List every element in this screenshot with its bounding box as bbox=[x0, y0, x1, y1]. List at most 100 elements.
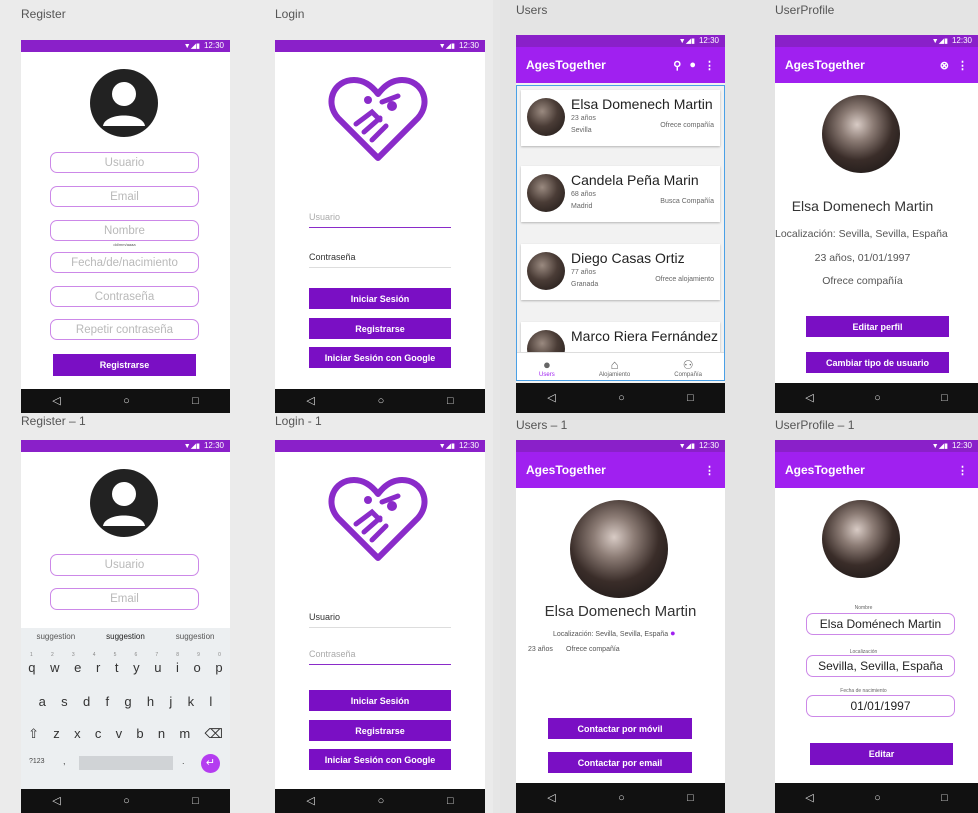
search-icon[interactable]: ⚲ bbox=[673, 59, 681, 72]
password-input[interactable]: Contraseña bbox=[309, 649, 451, 665]
comma-key[interactable]: , bbox=[63, 756, 66, 766]
key[interactable]: l bbox=[209, 694, 212, 709]
key[interactable]: k bbox=[188, 694, 195, 709]
email-field[interactable]: Email bbox=[50, 588, 199, 610]
home-icon[interactable]: ○ bbox=[123, 395, 130, 407]
back-icon[interactable]: ◁ bbox=[306, 395, 314, 407]
key[interactable]: s bbox=[61, 694, 68, 709]
back-icon[interactable]: ◁ bbox=[52, 395, 60, 407]
email-field[interactable]: Email bbox=[50, 186, 199, 207]
recents-icon[interactable]: □ bbox=[447, 795, 454, 807]
register-button[interactable]: Registrarse bbox=[309, 720, 451, 741]
recents-icon[interactable]: □ bbox=[941, 792, 948, 804]
avatar-placeholder-icon[interactable] bbox=[89, 68, 159, 138]
recents-icon[interactable]: □ bbox=[687, 792, 694, 804]
key[interactable]: i bbox=[176, 660, 179, 675]
home-icon[interactable]: ○ bbox=[378, 795, 385, 807]
nav-users[interactable]: ● Users bbox=[539, 357, 555, 378]
key[interactable]: y bbox=[133, 660, 140, 675]
key[interactable]: u bbox=[154, 660, 161, 675]
location-pin-icon[interactable]: ● bbox=[670, 628, 675, 638]
more-vert-icon[interactable]: ⋮ bbox=[957, 59, 968, 72]
key[interactable]: p bbox=[215, 660, 222, 675]
home-icon[interactable]: ○ bbox=[123, 795, 130, 807]
recents-icon[interactable]: □ bbox=[687, 392, 694, 404]
recents-icon[interactable]: □ bbox=[192, 795, 199, 807]
password-input[interactable]: Contraseña bbox=[309, 252, 451, 268]
nav-housing[interactable]: ⌂ Alojamiento bbox=[599, 357, 630, 378]
period-key[interactable]: . bbox=[182, 756, 185, 766]
name-field[interactable]: Elsa Doménech Martin bbox=[806, 613, 955, 635]
username-field[interactable]: Usuario bbox=[50, 554, 199, 576]
username-input[interactable]: Usuario bbox=[309, 212, 451, 228]
key[interactable]: c bbox=[95, 726, 102, 742]
home-icon[interactable]: ○ bbox=[618, 392, 625, 404]
key[interactable]: m bbox=[179, 726, 190, 742]
recents-icon[interactable]: □ bbox=[447, 395, 454, 407]
key[interactable]: r bbox=[96, 660, 100, 675]
back-icon[interactable]: ◁ bbox=[805, 392, 813, 404]
birthdate-field[interactable]: 01/01/1997 bbox=[806, 695, 955, 717]
contact-phone-button[interactable]: Contactar por móvil bbox=[548, 718, 692, 739]
recents-icon[interactable]: □ bbox=[941, 392, 948, 404]
key[interactable]: w bbox=[50, 660, 59, 675]
list-item[interactable]: Elsa Domenech Martin 23 años Sevilla Ofr… bbox=[521, 90, 720, 146]
more-vert-icon[interactable]: ⋮ bbox=[704, 59, 715, 72]
list-item[interactable]: Diego Casas Ortiz 77 años Granada Ofrece… bbox=[521, 244, 720, 300]
key[interactable]: t bbox=[115, 660, 119, 675]
person-icon[interactable]: ● bbox=[689, 59, 696, 71]
recents-icon[interactable]: □ bbox=[192, 395, 199, 407]
key[interactable]: n bbox=[158, 726, 165, 742]
symbols-key[interactable]: ?123 bbox=[29, 758, 45, 765]
spacebar[interactable] bbox=[79, 756, 173, 770]
username-input[interactable]: Usuario bbox=[309, 612, 451, 628]
key[interactable]: f bbox=[105, 694, 109, 709]
username-field[interactable]: Usuario bbox=[50, 152, 199, 173]
backspace-icon[interactable]: ⌫ bbox=[204, 726, 222, 742]
nav-company[interactable]: ⚇ Compañía bbox=[674, 358, 702, 378]
avatar-placeholder-icon[interactable] bbox=[89, 468, 159, 538]
signin-button[interactable]: Iniciar Sesión bbox=[309, 690, 451, 711]
google-signin-button[interactable]: Iniciar Sesión con Google bbox=[309, 749, 451, 770]
key[interactable]: a bbox=[39, 694, 46, 709]
register-button[interactable]: Registrarse bbox=[309, 318, 451, 339]
home-icon[interactable]: ○ bbox=[874, 792, 881, 804]
back-icon[interactable]: ◁ bbox=[805, 792, 813, 804]
back-icon[interactable]: ◁ bbox=[306, 795, 314, 807]
more-vert-icon[interactable]: ⋮ bbox=[704, 464, 715, 477]
suggestion-item[interactable]: suggestion bbox=[36, 632, 75, 641]
back-icon[interactable]: ◁ bbox=[52, 795, 60, 807]
home-icon[interactable]: ○ bbox=[378, 395, 385, 407]
home-icon[interactable]: ○ bbox=[874, 392, 881, 404]
password-field[interactable]: Contraseña bbox=[50, 286, 199, 307]
back-icon[interactable]: ◁ bbox=[547, 392, 555, 404]
name-field[interactable]: Nombre bbox=[50, 220, 199, 241]
key[interactable]: o bbox=[194, 660, 201, 675]
list-item[interactable]: Candela Peña Marin 68 años Madrid Busca … bbox=[521, 166, 720, 222]
change-user-type-button[interactable]: Cambiar tipo de usuario bbox=[806, 352, 949, 373]
shift-icon[interactable]: ⇧ bbox=[28, 726, 39, 742]
key[interactable]: h bbox=[147, 694, 154, 709]
enter-icon[interactable]: ↵ bbox=[201, 754, 220, 773]
back-icon[interactable]: ◁ bbox=[547, 792, 555, 804]
key[interactable]: b bbox=[136, 726, 143, 742]
key[interactable]: q bbox=[28, 660, 35, 675]
key[interactable]: x bbox=[74, 726, 81, 742]
key[interactable]: d bbox=[83, 694, 90, 709]
edit-button[interactable]: Editar bbox=[810, 743, 953, 765]
key[interactable]: g bbox=[124, 694, 131, 709]
repeat-password-field[interactable]: Repetir contraseña bbox=[50, 319, 199, 340]
google-signin-button[interactable]: Iniciar Sesión con Google bbox=[309, 347, 451, 368]
key[interactable]: z bbox=[53, 726, 60, 742]
contact-email-button[interactable]: Contactar por email bbox=[548, 752, 692, 773]
home-icon[interactable]: ○ bbox=[618, 792, 625, 804]
key[interactable]: e bbox=[74, 660, 81, 675]
birthdate-field[interactable]: Fecha/de/nacimiento bbox=[50, 252, 199, 273]
more-vert-icon[interactable]: ⋮ bbox=[957, 464, 968, 477]
key[interactable]: v bbox=[116, 726, 123, 742]
key[interactable]: j bbox=[169, 694, 172, 709]
close-icon[interactable]: ⊗ bbox=[940, 59, 949, 72]
register-button[interactable]: Registrarse bbox=[53, 354, 196, 376]
suggestion-item[interactable]: suggestion bbox=[176, 632, 215, 641]
edit-profile-button[interactable]: Editar perfil bbox=[806, 316, 949, 337]
